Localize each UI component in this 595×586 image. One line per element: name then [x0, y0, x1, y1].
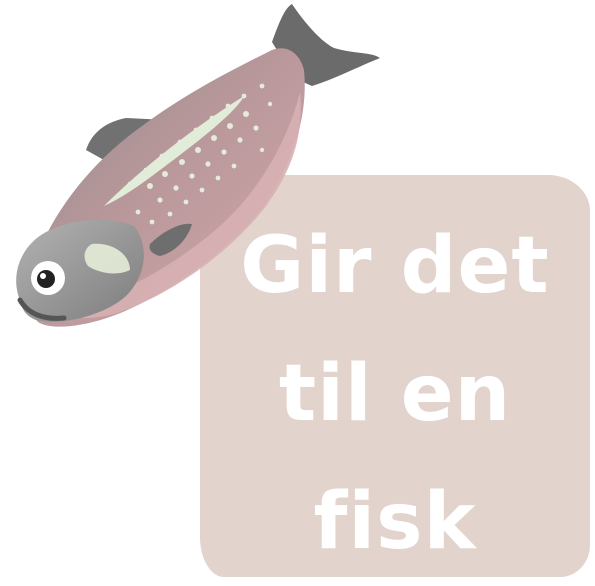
caption-line-3: fisk: [313, 477, 477, 567]
fish-icon: [16, 4, 380, 327]
fish-eye: [31, 261, 65, 295]
caption-line-2: til en: [278, 349, 512, 439]
